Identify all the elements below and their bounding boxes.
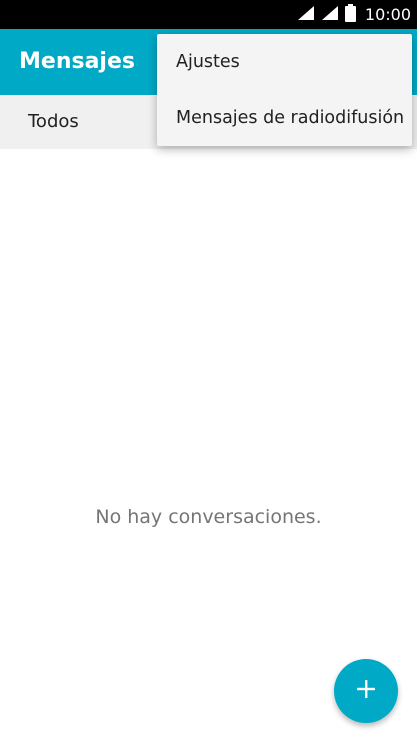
plus-icon [356,679,376,703]
cellular-signal-icon [321,5,339,25]
status-time: 10:00 [364,5,411,24]
page-title: Mensajes [19,49,135,74]
overflow-menu: Ajustes Mensajes de radiodifusión [157,34,412,146]
menu-item-broadcast-messages[interactable]: Mensajes de radiodifusión [157,90,412,146]
new-message-button[interactable] [334,659,398,723]
status-icons: 10:00 [297,0,411,29]
battery-icon [344,3,356,26]
filter-label: Todos [28,111,79,132]
status-bar: 10:00 [0,0,417,29]
menu-item-settings[interactable]: Ajustes [157,34,412,90]
empty-state-message: No hay conversaciones. [95,506,322,528]
wifi-icon [297,5,315,25]
